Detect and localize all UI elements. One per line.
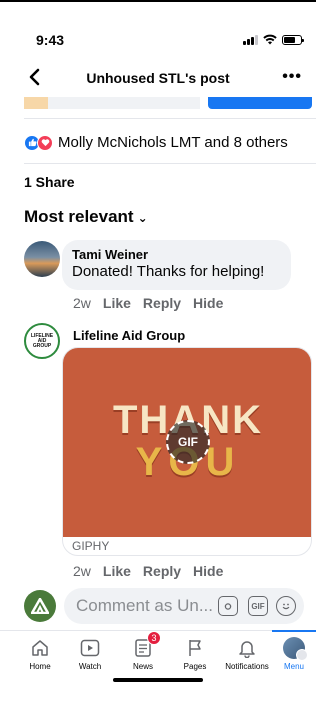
avatar[interactable]: [24, 241, 60, 277]
gif-play-badge[interactable]: GIF: [166, 420, 210, 464]
comment-input[interactable]: Comment as Un... GIF: [64, 588, 304, 624]
like-button[interactable]: Like: [103, 295, 131, 311]
post-header: Unhoused STL's post •••: [0, 68, 316, 92]
tab-watch[interactable]: Watch: [64, 631, 116, 681]
gif-icon[interactable]: GIF: [248, 596, 268, 616]
tab-notifications[interactable]: Notifications: [221, 631, 273, 681]
tab-label: Menu: [283, 662, 304, 671]
avatar: [24, 590, 56, 622]
hide-button[interactable]: Hide: [193, 563, 223, 579]
menu-avatar-icon: [283, 637, 308, 661]
reaction-names: Molly McNichols LMT and 8 others: [58, 134, 288, 151]
more-options-button[interactable]: •••: [282, 68, 302, 86]
avatar[interactable]: LIFELINE AID GROUP: [24, 323, 60, 359]
home-indicator: [113, 678, 203, 682]
bottom-tab-bar: Home Watch 3 News Pages Notifications Me…: [0, 630, 316, 680]
avatar-logo-text: GROUP: [32, 342, 52, 349]
home-icon: [30, 637, 50, 659]
tab-menu[interactable]: Menu: [268, 631, 320, 681]
comment-text: Donated! Thanks for helping!: [72, 263, 265, 280]
like-button[interactable]: Like: [103, 563, 131, 579]
camera-icon[interactable]: [218, 596, 238, 616]
tab-label: Pages: [183, 662, 207, 671]
comment-author[interactable]: Tami Weiner: [72, 247, 281, 262]
gif-source-label: GIPHY: [72, 539, 110, 553]
emoji-icon[interactable]: [276, 596, 296, 616]
sort-label: Most relevant: [24, 207, 134, 226]
wifi-icon: [263, 34, 277, 45]
tab-label: Watch: [78, 662, 102, 671]
tab-label: News: [132, 662, 153, 671]
reaction-summary[interactable]: Molly McNichols LMT and 8 others: [24, 134, 288, 151]
comment-actions: 2w Like Reply Hide: [73, 563, 223, 579]
comment-placeholder: Comment as Un...: [76, 596, 213, 615]
share-count[interactable]: 1 Share: [24, 174, 75, 190]
hide-button[interactable]: Hide: [193, 295, 223, 311]
tab-label: Home: [29, 662, 51, 671]
donate-button-peek[interactable]: [208, 97, 312, 109]
status-icons: [243, 34, 304, 45]
status-time: 9:43: [36, 32, 65, 48]
signal-icon: [243, 34, 258, 45]
tab-home[interactable]: Home: [14, 631, 66, 681]
news-icon: 3: [134, 631, 161, 659]
reply-button[interactable]: Reply: [143, 563, 181, 579]
divider: [24, 163, 316, 164]
gif-image[interactable]: THANK YOU GIF: [63, 348, 311, 537]
comment-actions: 2w Like Reply Hide: [73, 295, 223, 311]
comment-composer: Comment as Un... GIF: [0, 588, 316, 628]
gif-attachment[interactable]: THANK YOU GIF GIPHY: [62, 347, 312, 556]
status-bar: 9:43: [0, 30, 316, 50]
comment-time: 2w: [73, 295, 91, 311]
comment-bubble[interactable]: Tami Weiner Donated! Thanks for helping!: [62, 240, 291, 290]
tab-news[interactable]: 3 News: [117, 631, 169, 681]
page-title: Unhoused STL's post: [86, 70, 230, 86]
reply-button[interactable]: Reply: [143, 295, 181, 311]
love-reaction-icon: [37, 134, 53, 151]
tab-label: Notifications: [225, 662, 269, 671]
chevron-down-icon: ⌄: [137, 211, 148, 225]
comment-author[interactable]: Lifeline Aid Group: [73, 328, 185, 343]
post-content-peek: [0, 97, 316, 111]
tab-pages[interactable]: Pages: [169, 631, 221, 681]
comment-time: 2w: [73, 563, 91, 579]
top-edge: [0, 0, 316, 2]
bell-icon: [238, 637, 256, 659]
flag-icon: [186, 637, 204, 659]
notification-badge: 3: [147, 631, 161, 645]
battery-icon: [282, 34, 304, 45]
play-icon: [80, 637, 100, 659]
comment-sort-dropdown[interactable]: Most relevant ⌄: [24, 207, 148, 227]
divider: [24, 118, 316, 119]
